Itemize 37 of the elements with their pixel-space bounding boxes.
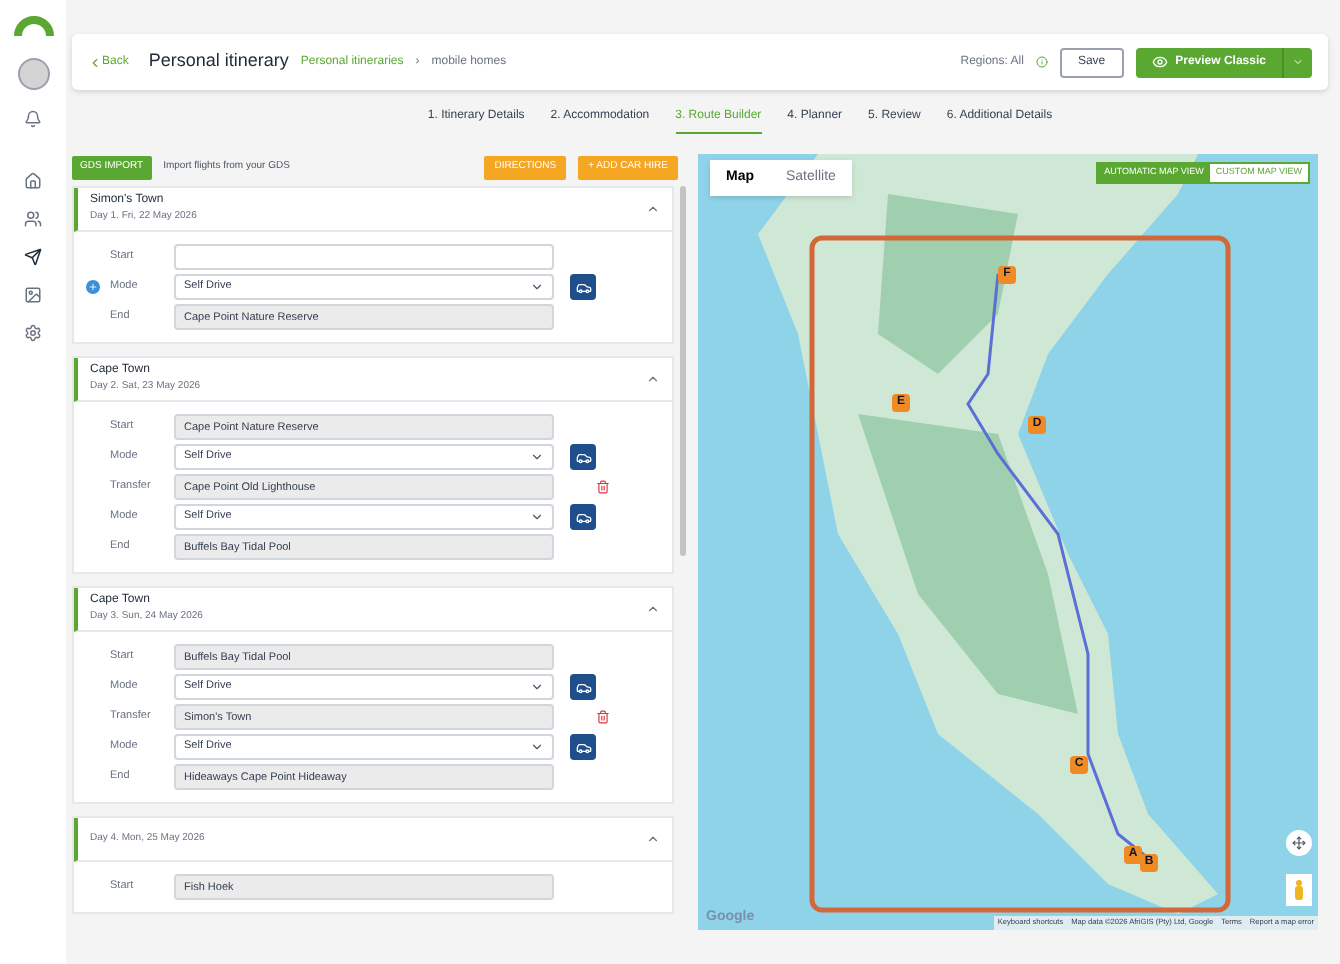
chevron-down-icon — [530, 680, 544, 694]
home-icon[interactable] — [24, 172, 42, 190]
person-icon — [1294, 880, 1304, 900]
pan-control[interactable] — [1286, 830, 1312, 856]
chevron-down-icon — [530, 450, 544, 464]
car-icon — [575, 739, 591, 755]
settings-icon[interactable] — [24, 324, 42, 342]
bell-icon[interactable] — [24, 110, 42, 128]
move-icon — [1292, 836, 1306, 850]
logo-icon — [13, 16, 53, 38]
car-button[interactable] — [570, 274, 596, 300]
car-button[interactable] — [570, 504, 596, 530]
car-icon — [575, 509, 591, 525]
location-input[interactable] — [174, 244, 554, 270]
caret-icon — [1292, 56, 1304, 68]
image-icon[interactable] — [24, 286, 42, 304]
car-button[interactable] — [570, 674, 596, 700]
chevron-down-icon — [530, 510, 544, 524]
send-icon[interactable] — [24, 248, 42, 266]
page-title: Personal itinerary — [148, 48, 289, 75]
chevron-up-icon[interactable] — [646, 832, 660, 846]
chevron-up-icon[interactable] — [646, 372, 660, 386]
eye-icon — [1151, 54, 1168, 70]
car-icon — [575, 679, 591, 695]
car-button[interactable] — [570, 444, 596, 470]
users-icon[interactable] — [24, 210, 42, 228]
chevron-up-icon[interactable] — [646, 602, 660, 616]
car-icon — [575, 449, 591, 465]
chevron-down-icon — [530, 740, 544, 754]
car-button[interactable] — [570, 734, 596, 760]
chevron-down-icon — [530, 280, 544, 294]
add-stop-button[interactable] — [86, 280, 100, 294]
chevron-left-icon — [88, 55, 102, 69]
avatar[interactable] — [17, 58, 49, 90]
scrollbar[interactable] — [680, 186, 686, 556]
car-icon — [575, 279, 591, 295]
chevron-up-icon[interactable] — [646, 202, 660, 216]
